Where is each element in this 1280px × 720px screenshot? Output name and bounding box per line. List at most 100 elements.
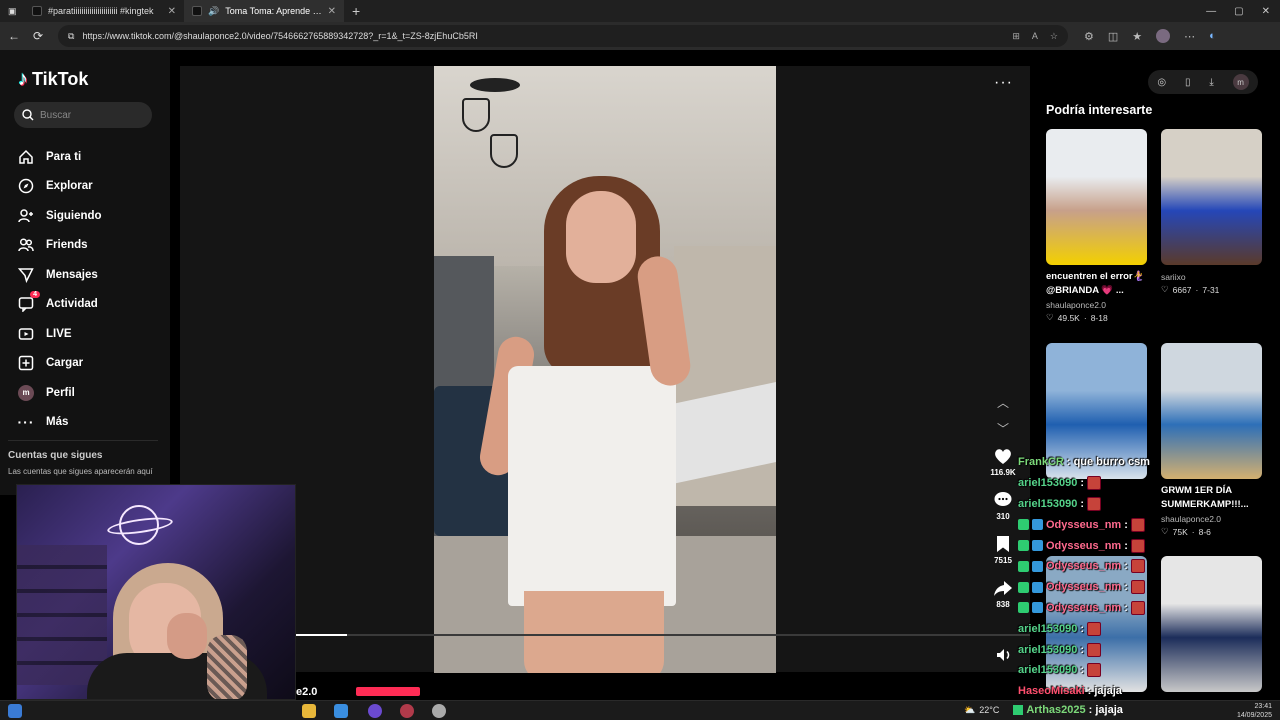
chat-username[interactable]: FrankCR bbox=[1018, 456, 1064, 468]
share-button[interactable]: 838 bbox=[986, 578, 1020, 622]
tiktok-favicon bbox=[32, 6, 42, 16]
video-stats: ♡ 49.5K · 8-18 bbox=[1046, 312, 1147, 323]
chat-username[interactable]: HaseoMisaki bbox=[1018, 685, 1085, 697]
chat-username[interactable]: Odysseus_nm bbox=[1046, 560, 1121, 572]
previous-video-chevron-up-icon[interactable]: ︿ bbox=[994, 390, 1012, 416]
chat-line: ariel153090: bbox=[1018, 473, 1218, 494]
profile-avatar[interactable]: m bbox=[1232, 74, 1249, 90]
system-clock[interactable]: 23:41 14/09/2025 bbox=[1237, 702, 1272, 720]
window-controls: — ▢ ✕ bbox=[1206, 0, 1270, 22]
site-info-icon[interactable]: ⧉ bbox=[68, 31, 74, 42]
chat-username[interactable]: Odysseus_nm bbox=[1046, 581, 1121, 593]
video-frame-lamp-cage bbox=[490, 134, 518, 168]
chat-username[interactable]: ariel153090 bbox=[1018, 477, 1077, 489]
sidebar-item-label: Siguiendo bbox=[46, 209, 102, 222]
chat-username[interactable]: ariel153090 bbox=[1018, 498, 1077, 510]
video-thumbnail[interactable] bbox=[1161, 129, 1262, 265]
weather-widget[interactable]: ⛅ 22°C Arthas2025 : jajaja bbox=[964, 704, 1123, 716]
recommended-video-card[interactable]: sariixo ♡ 6667 · 7-31 bbox=[1161, 129, 1262, 295]
close-window-button[interactable]: ✕ bbox=[1262, 6, 1270, 17]
video-author[interactable]: shaulaponce2.0 bbox=[1046, 300, 1147, 310]
video-thumbnail[interactable] bbox=[1046, 129, 1147, 265]
rail-toolbar: ◎ ▯ ⤓ m bbox=[1148, 70, 1258, 94]
new-tab-button[interactable]: + bbox=[344, 3, 368, 19]
browser-profile-avatar[interactable] bbox=[1156, 29, 1171, 43]
chat-username[interactable]: ariel153090 bbox=[1018, 644, 1077, 656]
compass-icon[interactable]: ◎ bbox=[1157, 77, 1166, 88]
upload-icon bbox=[18, 355, 34, 371]
video-frame-dress bbox=[508, 366, 676, 606]
sidebar-item-siguiendo[interactable]: Siguiendo bbox=[18, 201, 158, 231]
sidebar-item-live[interactable]: LIVE bbox=[18, 319, 158, 349]
calendar-app-icon[interactable] bbox=[334, 704, 348, 718]
chat-message: : bbox=[1080, 643, 1085, 656]
browser-tab-2[interactable]: 🔊 Toma Toma: Aprende el Bail ✕ bbox=[184, 0, 344, 22]
volume-icon[interactable] bbox=[995, 646, 1013, 664]
maximize-button[interactable]: ▢ bbox=[1234, 6, 1243, 17]
chat-badge-icon bbox=[1032, 560, 1043, 572]
close-tab-icon[interactable]: ✕ bbox=[328, 6, 336, 17]
tab-switcher-icon[interactable]: ▣ bbox=[0, 0, 24, 22]
video-progress-bar[interactable] bbox=[296, 634, 1030, 636]
chat-message: : bbox=[1080, 664, 1085, 677]
comment-button[interactable]: 310 bbox=[986, 490, 1020, 534]
chat-username[interactable]: ariel153090 bbox=[1018, 623, 1077, 635]
speaker-icon[interactable]: 🔊 bbox=[208, 6, 219, 17]
search-icon bbox=[22, 109, 34, 121]
extensions-icon[interactable]: ⚙ bbox=[1084, 30, 1094, 43]
chat-badge-icon bbox=[1032, 581, 1043, 593]
tiktok-logo[interactable]: ♪ TikTok bbox=[18, 68, 88, 91]
chat-username[interactable]: Odysseus_nm bbox=[1046, 540, 1121, 552]
sidebar-item-friends[interactable]: Friends bbox=[18, 231, 158, 261]
sidebar-item-perfil[interactable]: m Perfil bbox=[18, 378, 158, 408]
video-author[interactable]: sariixo bbox=[1161, 272, 1262, 282]
browser-app-icon[interactable] bbox=[368, 704, 382, 718]
sidebar-item-mensajes[interactable]: Mensajes bbox=[18, 260, 158, 290]
chat-username[interactable]: Odysseus_nm bbox=[1046, 519, 1121, 531]
sidebar-item-explorar[interactable]: Explorar bbox=[18, 172, 158, 202]
video-player[interactable] bbox=[434, 66, 776, 673]
video-more-options-icon[interactable]: ··· bbox=[994, 74, 1013, 92]
follow-button[interactable] bbox=[356, 687, 420, 696]
chat-line: Odysseus_nm: bbox=[1018, 598, 1218, 619]
app-install-icon[interactable]: ⊞ bbox=[1012, 31, 1020, 42]
download-icon[interactable]: ⤓ bbox=[1209, 77, 1213, 88]
recommended-video-card[interactable]: encuentren el error🧜‍♀️ @BRIANDA 💗 ... sh… bbox=[1046, 129, 1147, 323]
next-video-chevron-down-icon[interactable]: ﹀ bbox=[994, 416, 1012, 442]
chat-line: ariel153090: bbox=[1018, 660, 1218, 681]
save-button[interactable]: 7515 bbox=[986, 534, 1020, 578]
weather-temp: 22°C bbox=[979, 705, 1000, 715]
close-tab-icon[interactable]: ✕ bbox=[168, 6, 176, 17]
misc-app-icon[interactable] bbox=[432, 704, 446, 718]
translate-icon[interactable]: A bbox=[1032, 31, 1038, 42]
obs-app-icon[interactable] bbox=[400, 704, 414, 718]
favorite-star-icon[interactable]: ☆ bbox=[1050, 31, 1058, 42]
sidebar-item-actividad[interactable]: 4 Actividad bbox=[18, 290, 158, 320]
chat-username[interactable]: ariel153090 bbox=[1018, 664, 1077, 676]
sidebar-item-mas[interactable]: ··· Más bbox=[18, 408, 158, 438]
browser-tab-1[interactable]: #paratiiiiiiiiiiiiiiiiiiiiii #kingtek ✕ bbox=[24, 0, 184, 22]
minimize-button[interactable]: — bbox=[1206, 6, 1216, 17]
chat-emote-icon bbox=[1087, 663, 1102, 678]
chat-username[interactable]: Odysseus_nm bbox=[1046, 602, 1121, 614]
search-input[interactable] bbox=[40, 109, 140, 121]
favorites-icon[interactable]: ★ bbox=[1132, 30, 1142, 43]
split-screen-icon[interactable]: ◫ bbox=[1108, 30, 1118, 43]
like-button[interactable]: 116.9K bbox=[986, 446, 1020, 490]
search-box[interactable] bbox=[14, 102, 152, 128]
back-button[interactable]: ← bbox=[4, 29, 24, 43]
live-icon bbox=[18, 326, 34, 342]
mobile-icon[interactable]: ▯ bbox=[1185, 77, 1191, 88]
copilot-icon[interactable]: ◐ bbox=[1209, 30, 1216, 42]
sidebar-item-label: Más bbox=[46, 416, 69, 429]
url-field[interactable]: ⧉ https://www.tiktok.com/@shaulaponce2.0… bbox=[58, 25, 1068, 47]
chat-emote-icon bbox=[1130, 559, 1145, 574]
file-explorer-icon[interactable] bbox=[302, 704, 316, 718]
sidebar-item-cargar[interactable]: Cargar bbox=[18, 349, 158, 379]
windows-start-icon[interactable] bbox=[8, 704, 22, 718]
rail-header: Podría interesarte bbox=[1046, 103, 1153, 117]
reload-button[interactable]: ⟳ bbox=[28, 29, 48, 43]
sidebar-item-para-ti[interactable]: Para ti bbox=[18, 142, 158, 172]
friends-icon bbox=[18, 237, 34, 253]
settings-more-icon[interactable]: ⋯ bbox=[1184, 30, 1195, 43]
